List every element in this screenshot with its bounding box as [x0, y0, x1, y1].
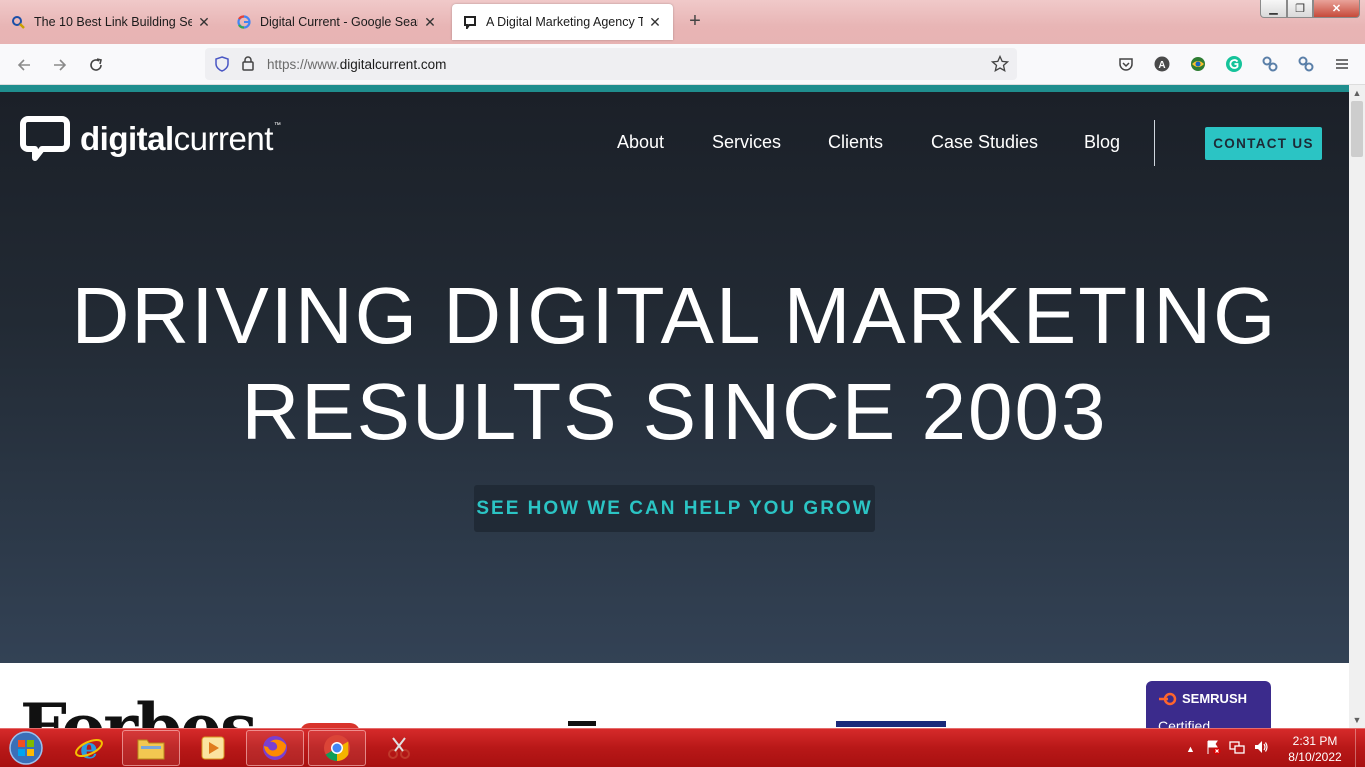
address-bar[interactable]: https://www.digitalcurrent.com	[205, 48, 1017, 80]
site-logo[interactable]: digitalcurrent ™	[20, 116, 281, 162]
link-extension-icon[interactable]	[1260, 54, 1280, 74]
pocket-icon[interactable]	[1116, 54, 1136, 74]
svg-text:A: A	[1158, 60, 1165, 71]
hamburger-menu-icon[interactable]	[1332, 54, 1352, 74]
nav-divider	[1154, 120, 1155, 166]
tab-digital-current[interactable]: A Digital Marketing Agency Tha ✕	[452, 4, 673, 40]
close-tab-icon[interactable]: ✕	[422, 14, 438, 30]
tab-title: The 10 Best Link Building Servic	[34, 15, 192, 29]
speech-bubble-logo-icon	[20, 116, 70, 161]
windows-start-orb-icon	[9, 731, 43, 765]
back-arrow-icon	[17, 59, 30, 71]
taskbar-chrome[interactable]	[308, 730, 366, 766]
cta-button[interactable]: SEE HOW WE CAN HELP YOU GROW	[474, 485, 875, 532]
scrollbar-thumb[interactable]	[1351, 101, 1363, 157]
magnifier-favicon-icon	[10, 14, 26, 30]
lock-icon[interactable]	[241, 55, 255, 76]
folder-icon	[137, 739, 165, 760]
show-desktop-button[interactable]	[1355, 729, 1365, 767]
close-tab-icon[interactable]: ✕	[647, 14, 663, 30]
extension-globe-icon[interactable]	[1188, 54, 1208, 74]
firefox-icon	[263, 736, 287, 760]
taskbar: e ▲ 2:31 PM 8/10/2022	[0, 728, 1365, 767]
partner-logo-blue	[836, 721, 946, 728]
account-avatar-icon[interactable]: A	[1152, 54, 1172, 74]
page-scrollbar[interactable]: ▲ ▼	[1349, 85, 1365, 728]
close-tab-icon[interactable]: ✕	[196, 14, 212, 30]
link-extension-icon[interactable]	[1296, 54, 1316, 74]
internet-explorer-icon: e	[75, 733, 103, 763]
digital-current-favicon-icon	[462, 14, 478, 30]
taskbar-media-player[interactable]	[184, 730, 242, 766]
maximize-button[interactable]: ❐	[1287, 0, 1313, 18]
taskbar-clock[interactable]: 2:31 PM 8/10/2022	[1280, 733, 1350, 765]
page-viewport: digitalcurrent ™ About Services Clients …	[0, 85, 1349, 728]
minimize-button[interactable]: ▁	[1260, 0, 1287, 18]
tab-title: A Digital Marketing Agency Tha	[486, 15, 643, 29]
clock-time: 2:31 PM	[1292, 734, 1338, 748]
press-logos-strip: Forbes SEMRUSH Certified	[0, 663, 1349, 728]
taskbar-internet-explorer[interactable]: e	[60, 730, 118, 766]
contact-us-button[interactable]: CONTACT US	[1205, 127, 1322, 160]
semrush-flame-icon	[1159, 692, 1177, 705]
bookmark-star-icon[interactable]	[990, 54, 1010, 78]
clock-date: 8/10/2022	[1288, 750, 1342, 764]
taskbar-file-explorer[interactable]	[122, 730, 180, 766]
nav-about[interactable]: About	[617, 132, 664, 156]
forbes-logo: Forbes	[20, 689, 257, 728]
nav-services[interactable]: Services	[712, 132, 781, 156]
hero-headline-line-2: RESULTS SINCE 2003	[241, 367, 1108, 456]
reload-icon	[90, 58, 102, 71]
taskbar-firefox[interactable]	[246, 730, 304, 766]
volume-icon[interactable]	[1253, 739, 1269, 758]
hero-headline-line-1: DRIVING DIGITAL MARKETING	[71, 271, 1278, 360]
system-tray: ▲	[1186, 729, 1269, 767]
svg-text:e: e	[80, 733, 98, 763]
grammarly-icon[interactable]	[1224, 54, 1244, 74]
tracking-shield-icon[interactable]	[214, 56, 230, 77]
trademark: ™	[273, 121, 281, 129]
tab-strip: The 10 Best Link Building Servic ✕ Digit…	[0, 0, 1365, 44]
back-button[interactable]	[10, 52, 38, 78]
tab-google-search[interactable]: Digital Current - Google Search ✕	[226, 4, 448, 40]
window-controls: ▁ ❐ ✕	[1260, 0, 1360, 18]
show-hidden-icons-icon[interactable]: ▲	[1186, 744, 1195, 754]
forward-button[interactable]	[46, 52, 74, 78]
action-center-flag-icon[interactable]	[1205, 739, 1221, 758]
tab-link-building[interactable]: The 10 Best Link Building Servic ✕	[0, 4, 222, 40]
taskbar-snipping-tool[interactable]	[370, 730, 428, 766]
scroll-down-icon[interactable]: ▼	[1349, 712, 1365, 728]
semrush-badge: SEMRUSH Certified	[1146, 681, 1271, 728]
partner-logo-dark	[568, 721, 596, 728]
logo-wordmark: digitalcurrent	[80, 120, 273, 157]
close-window-button[interactable]: ✕	[1313, 0, 1360, 18]
media-player-icon	[201, 736, 225, 760]
network-icon[interactable]	[1229, 739, 1245, 758]
scroll-up-icon[interactable]: ▲	[1349, 85, 1365, 101]
start-button[interactable]	[4, 730, 48, 766]
google-favicon-icon	[236, 14, 252, 30]
reload-button[interactable]	[82, 52, 110, 78]
url-text[interactable]: https://www.digitalcurrent.com	[267, 57, 446, 72]
forward-arrow-icon	[54, 59, 67, 71]
nav-clients[interactable]: Clients	[828, 132, 883, 156]
scissors-icon	[388, 737, 410, 759]
tab-title: Digital Current - Google Search	[260, 15, 418, 29]
nav-case-studies[interactable]: Case Studies	[931, 132, 1038, 156]
hero-section: digitalcurrent ™ About Services Clients …	[0, 92, 1349, 663]
top-accent-bar	[0, 85, 1349, 92]
nav-blog[interactable]: Blog	[1084, 132, 1120, 156]
navigation-toolbar: https://www.digitalcurrent.com A	[0, 44, 1365, 85]
chrome-icon	[324, 735, 350, 762]
new-tab-button[interactable]: +	[684, 10, 706, 32]
